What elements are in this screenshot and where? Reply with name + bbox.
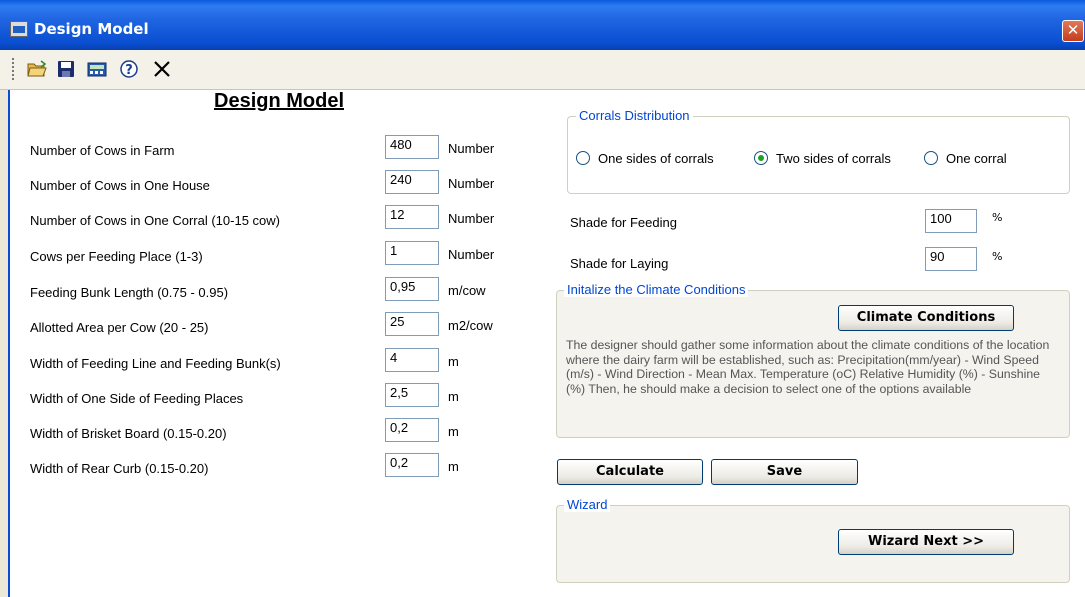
field-unit: Number <box>448 141 495 156</box>
corrals-distribution-legend: Corrals Distribution <box>576 108 693 123</box>
app-icon <box>10 21 28 37</box>
field-unit: Number <box>448 211 495 226</box>
cows-in-corral-input[interactable]: 12 <box>385 205 439 229</box>
wizard-legend: Wizard <box>564 497 611 512</box>
field-label: Allotted Area per Cow (20 - 25) <box>30 320 209 335</box>
help-icon[interactable]: ? <box>118 58 140 80</box>
field-unit: m <box>448 389 459 404</box>
field-label: Feeding Bunk Length (0.75 - 0.95) <box>30 285 229 300</box>
cows-in-farm-input[interactable]: 480 <box>385 135 439 159</box>
close-icon[interactable] <box>151 58 173 80</box>
shade-feeding-input[interactable]: 100 <box>925 209 977 233</box>
rear-curb-width-input[interactable]: 0,2 <box>385 453 439 477</box>
shade-laying-unit: % <box>992 250 1003 263</box>
climate-conditions-button[interactable]: Climate Conditions <box>838 305 1014 331</box>
save-disk-icon[interactable] <box>55 58 77 80</box>
radio-one-sides-of-corrals[interactable] <box>576 151 590 165</box>
feeding-line-width-input[interactable]: 4 <box>385 348 439 372</box>
field-label: Width of Feeding Line and Feeding Bunk(s… <box>30 356 281 371</box>
radio-one-corral[interactable] <box>924 151 938 165</box>
radio-two-sides-of-corrals[interactable] <box>754 151 768 165</box>
field-label: Number of Cows in Farm <box>30 143 175 158</box>
form-title: Design Model <box>214 90 345 112</box>
field-label: Number of Cows in One Corral (10-15 cow) <box>30 213 280 228</box>
feeding-bunk-length-input[interactable]: 0,95 <box>385 277 439 301</box>
field-unit: m <box>448 424 459 439</box>
feeding-side-width-input[interactable]: 2,5 <box>385 383 439 407</box>
field-label: Cows per Feeding Place (1-3) <box>30 249 203 264</box>
climate-info-text: The designer should gather some informat… <box>566 338 1050 396</box>
field-unit: m2/cow <box>448 318 493 333</box>
calculator-icon[interactable] <box>86 58 108 80</box>
field-unit: m <box>448 459 459 474</box>
field-unit: m/cow <box>448 283 486 298</box>
field-unit: Number <box>448 247 495 262</box>
title-bar <box>0 0 1085 50</box>
svg-text:?: ? <box>125 63 133 78</box>
radio-label[interactable]: One sides of corrals <box>598 151 714 166</box>
radio-label[interactable]: One corral <box>946 151 1007 166</box>
shade-laying-input[interactable]: 90 <box>925 247 977 271</box>
save-button[interactable]: Save <box>711 459 858 485</box>
window-title: Design Model <box>34 20 149 38</box>
shade-laying-label: Shade for Laying <box>570 256 669 271</box>
cows-per-feeding-place-input[interactable]: 1 <box>385 241 439 265</box>
open-folder-icon[interactable] <box>26 58 48 80</box>
cows-in-house-input[interactable]: 240 <box>385 170 439 194</box>
window-close-button[interactable]: ✕ <box>1062 20 1084 42</box>
field-unit: m <box>448 354 459 369</box>
radio-label[interactable]: Two sides of corrals <box>776 151 891 166</box>
shade-feeding-label: Shade for Feeding <box>570 215 677 230</box>
shade-feeding-unit: % <box>992 211 1003 224</box>
field-label: Width of Brisket Board (0.15-0.20) <box>30 426 227 441</box>
field-label: Width of One Side of Feeding Places <box>30 391 244 406</box>
field-unit: Number <box>448 176 495 191</box>
climate-conditions-legend: Initalize the Climate Conditions <box>564 282 749 297</box>
wizard-next-button[interactable]: Wizard Next >> <box>838 529 1014 555</box>
brisket-board-width-input[interactable]: 0,2 <box>385 418 439 442</box>
field-label: Width of Rear Curb (0.15-0.20) <box>30 461 209 476</box>
calculate-button[interactable]: Calculate <box>557 459 703 485</box>
allotted-area-input[interactable]: 25 <box>385 312 439 336</box>
toolbar-grip[interactable] <box>12 58 14 80</box>
field-label: Number of Cows in One House <box>30 178 210 193</box>
